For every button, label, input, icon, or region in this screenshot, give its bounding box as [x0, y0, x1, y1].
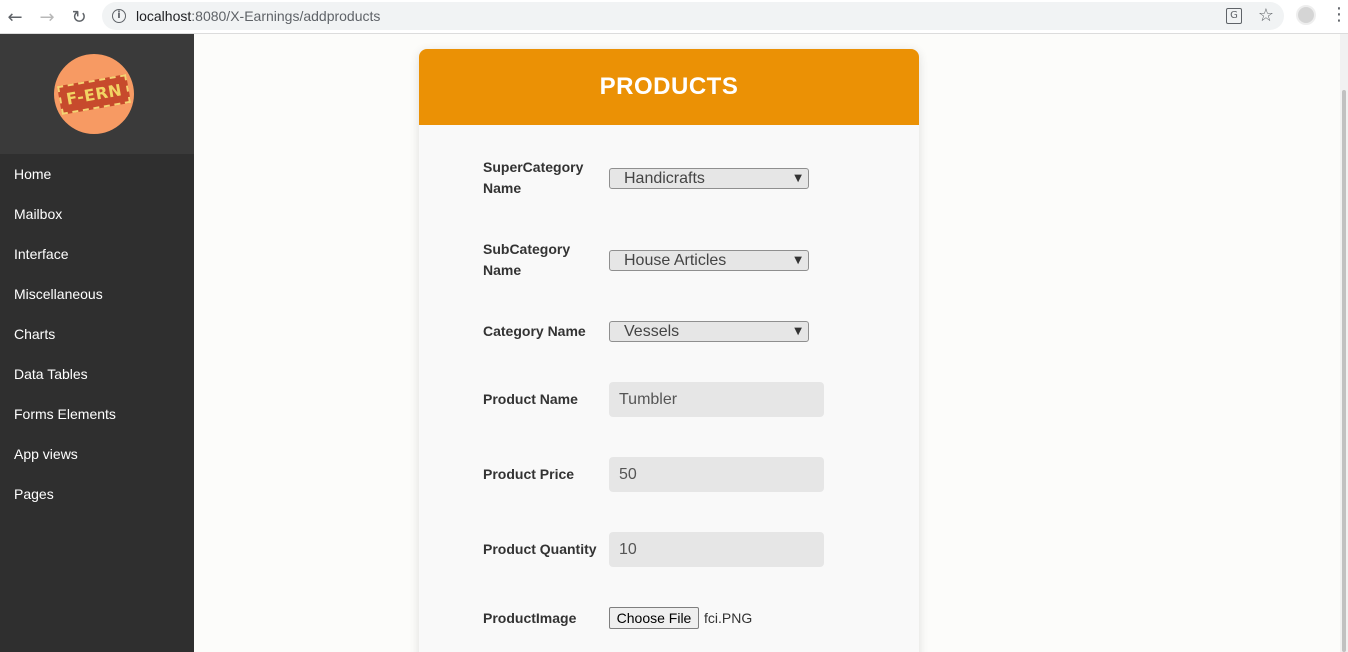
translate-icon[interactable]: G	[1226, 8, 1242, 24]
browser-menu-icon[interactable]: ⋮	[1330, 4, 1348, 26]
url-text[interactable]: localhost:8080/X-Earnings/addproducts	[136, 8, 380, 24]
sidebar-item-pages[interactable]: Pages	[0, 474, 194, 514]
sidebar-item-home[interactable]: Home	[0, 154, 194, 194]
subcategory-label-line1: SubCategory	[483, 241, 571, 257]
scrollbar-thumb[interactable]	[1342, 90, 1346, 652]
profile-avatar-icon[interactable]	[1296, 5, 1316, 25]
subcategory-label: SubCategory Name	[483, 239, 570, 281]
sidebar: F-ERN Home Mailbox Interface Miscellaneo…	[0, 34, 194, 652]
reload-icon[interactable]: ↻	[68, 6, 90, 28]
supercategory-selected-value: Handicrafts	[624, 170, 705, 187]
subcategory-label-line2: Name	[483, 262, 522, 278]
page-title: PRODUCTS	[599, 73, 739, 100]
bookmark-star-icon[interactable]: ☆	[1258, 5, 1274, 26]
info-icon[interactable]: i	[112, 9, 126, 23]
product-image-label: ProductImage	[483, 610, 577, 626]
sidebar-item-interface[interactable]: Interface	[0, 234, 194, 274]
sidebar-item-data-tables[interactable]: Data Tables	[0, 354, 194, 394]
supercategory-label: SuperCategory Name	[483, 157, 583, 199]
product-price-label: Product Price	[483, 466, 575, 482]
logo-text: F-ERN	[56, 73, 132, 115]
back-arrow-icon[interactable]: ←	[4, 6, 26, 28]
url-host: localhost	[136, 8, 192, 24]
subcategory-select[interactable]: House Articles ▼	[609, 250, 809, 271]
chevron-down-icon: ▼	[794, 173, 802, 184]
product-quantity-label: Product Quantity	[483, 541, 597, 557]
product-name-input[interactable]: Tumbler	[609, 382, 824, 417]
subcategory-selected-value: House Articles	[624, 252, 727, 269]
logo[interactable]: F-ERN	[54, 54, 134, 134]
sidebar-menu: Home Mailbox Interface Miscellaneous Cha…	[0, 154, 194, 514]
products-card: PRODUCTS SuperCategory Name Handicrafts …	[419, 49, 919, 652]
category-label: Category Name	[483, 323, 586, 339]
sidebar-item-forms-elements[interactable]: Forms Elements	[0, 394, 194, 434]
browser-toolbar: ← → ↻ i localhost:8080/X-Earnings/addpro…	[0, 0, 1348, 34]
product-price-input[interactable]: 50	[609, 457, 824, 492]
forward-arrow-icon[interactable]: →	[36, 6, 58, 28]
product-quantity-input[interactable]: 10	[609, 532, 824, 567]
supercategory-label-line2: Name	[483, 180, 522, 196]
category-select[interactable]: Vessels ▼	[609, 321, 809, 342]
card-header: PRODUCTS	[419, 49, 919, 125]
chevron-down-icon: ▼	[794, 326, 802, 337]
category-selected-value: Vessels	[624, 323, 680, 340]
selected-file-name: fci.PNG	[704, 610, 753, 626]
sidebar-item-miscellaneous[interactable]: Miscellaneous	[0, 274, 194, 314]
chevron-down-icon: ▼	[794, 255, 802, 266]
sidebar-item-mailbox[interactable]: Mailbox	[0, 194, 194, 234]
sidebar-item-app-views[interactable]: App views	[0, 434, 194, 474]
address-bar[interactable]: i localhost:8080/X-Earnings/addproducts …	[102, 2, 1284, 30]
sidebar-item-charts[interactable]: Charts	[0, 314, 194, 354]
choose-file-button[interactable]: Choose File	[609, 607, 699, 629]
product-name-label: Product Name	[483, 391, 578, 407]
supercategory-label-line1: SuperCategory	[483, 159, 584, 175]
logo-area: F-ERN	[0, 34, 194, 154]
url-path: :8080/X-Earnings/addproducts	[191, 8, 381, 24]
supercategory-select[interactable]: Handicrafts ▼	[609, 168, 809, 189]
page-scrollbar[interactable]	[1340, 34, 1348, 652]
